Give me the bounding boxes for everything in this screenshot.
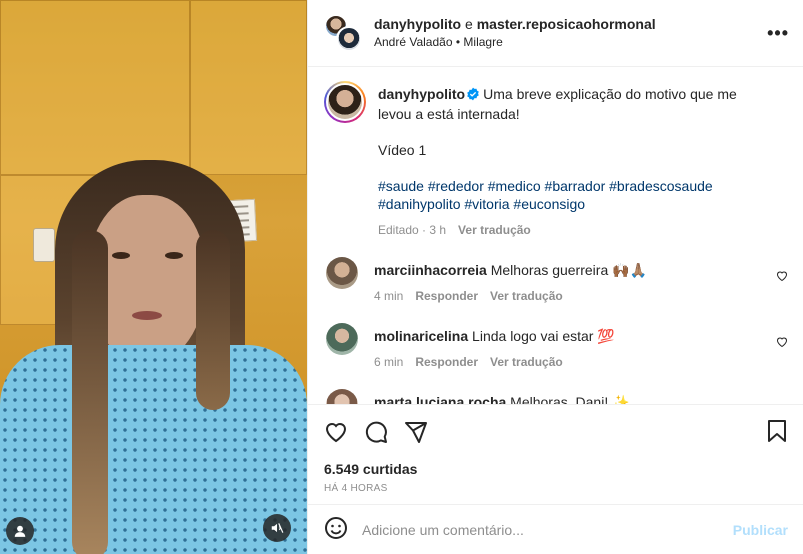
comment-username[interactable]: molinaricelina: [374, 328, 468, 344]
caption-text: levou a está internada!: [378, 106, 520, 122]
comment-time: 4 min: [374, 289, 404, 303]
more-icon: •••: [767, 23, 789, 43]
see-translation-link[interactable]: Ver tradução: [458, 223, 531, 237]
hospital-gown: [0, 345, 307, 554]
caption-avatar[interactable]: [324, 81, 366, 123]
person-eye: [112, 252, 130, 259]
caption-text: Uma breve explicação do motivo que me: [483, 86, 737, 102]
heart-icon: [776, 271, 788, 282]
comment-button[interactable]: [364, 420, 388, 444]
post-details-panel: danyhypolito e master.reposicaohormonal …: [307, 0, 803, 554]
verified-icon: [466, 87, 480, 105]
bookmark-icon: [768, 420, 786, 442]
comment-item: marta.luciana.rocha Melhoras, Dani! ✨: [324, 389, 788, 404]
emoji-icon: [325, 517, 347, 539]
share-button[interactable]: [404, 420, 428, 444]
person-eye: [165, 252, 183, 259]
comment-text: Melhoras guerreira 🙌🏾🙏🏽: [490, 262, 647, 278]
comment-meta: 6 min Responder Ver tradução: [374, 353, 615, 371]
comment-like-button[interactable]: [776, 269, 788, 285]
post-header: danyhypolito e master.reposicaohormonal …: [308, 0, 803, 67]
post-actions: 6.549 curtidas HÁ 4 HORAS: [308, 404, 803, 504]
audio-track[interactable]: Milagre: [463, 35, 502, 49]
caption-meta: Editado · 3 h Ver tradução: [378, 221, 737, 239]
comment-username[interactable]: marta.luciana.rocha: [374, 394, 506, 404]
avatar[interactable]: [326, 389, 358, 404]
person-hair-strand: [72, 230, 108, 554]
tagged-users-button[interactable]: [6, 517, 34, 545]
caption: danyhypolito Uma breve explicação do moti…: [324, 81, 788, 239]
likes-count[interactable]: 6.549 curtidas: [324, 461, 788, 477]
avatar: [336, 26, 362, 52]
post-video[interactable]: [0, 0, 307, 554]
comment-icon: [365, 421, 387, 443]
person-mouth: [132, 311, 162, 320]
comments-section[interactable]: danyhypolito Uma breve explicação do moti…: [308, 67, 803, 404]
caption-edited-time: Editado · 3 h: [378, 223, 447, 237]
comment-item: marciinhacorreia Melhoras guerreira 🙌🏾🙏🏽…: [324, 257, 788, 305]
mute-icon: [271, 523, 284, 533]
comment-time: 6 min: [374, 355, 404, 369]
header-text: danyhypolito e master.reposicaohormonal …: [374, 15, 656, 51]
publish-button[interactable]: Publicar: [733, 522, 788, 538]
avatar[interactable]: [326, 323, 358, 355]
audio-separator: •: [455, 35, 461, 49]
reply-link[interactable]: Responder: [415, 355, 478, 369]
collab-username[interactable]: master.reposicaohormonal: [477, 16, 656, 32]
author-username[interactable]: danyhypolito: [374, 16, 461, 32]
emoji-button[interactable]: [324, 516, 348, 543]
comment-like-button[interactable]: [776, 335, 788, 351]
like-button[interactable]: [324, 420, 348, 444]
comment-username[interactable]: marciinhacorreia: [374, 262, 487, 278]
see-translation-link[interactable]: Ver tradução: [490, 289, 563, 303]
audio-info: André Valadão • Milagre: [374, 33, 656, 51]
comment-text: Linda logo vai estar 💯: [472, 328, 615, 344]
caption-hashtags[interactable]: #danihypolito #vitoria #euconsigo: [378, 195, 737, 213]
user-icon: [14, 525, 26, 537]
comment-composer: Publicar: [308, 504, 803, 554]
comment-item: molinaricelina Linda logo vai estar 💯 6 …: [324, 323, 788, 371]
wall-panel: [190, 0, 307, 175]
caption-username[interactable]: danyhypolito: [378, 86, 465, 102]
person-hair-strand: [196, 230, 230, 410]
collab-avatars[interactable]: [324, 14, 362, 52]
post-authors: danyhypolito e master.reposicaohormonal: [374, 15, 656, 33]
wall-outlet: [33, 228, 55, 262]
heart-icon: [776, 337, 788, 348]
post-time: HÁ 4 HORAS: [324, 483, 388, 494]
heart-icon: [325, 423, 347, 443]
audio-artist[interactable]: André Valadão: [374, 35, 453, 49]
mute-button[interactable]: [263, 514, 291, 542]
more-options-button[interactable]: •••: [767, 24, 789, 42]
save-button[interactable]: [766, 419, 788, 446]
comment-input[interactable]: [362, 521, 733, 538]
wall-panel: [0, 0, 190, 175]
see-translation-link[interactable]: Ver tradução: [490, 355, 563, 369]
comment-meta: 4 min Responder Ver tradução: [374, 287, 647, 305]
comment-text: Melhoras, Dani! ✨: [510, 394, 630, 404]
avatar[interactable]: [326, 257, 358, 289]
share-icon: [405, 422, 427, 443]
reply-link[interactable]: Responder: [415, 289, 478, 303]
caption-text: Vídeo 1: [378, 142, 427, 158]
caption-hashtags[interactable]: #saude #rededor #medico #barrador #brade…: [378, 177, 737, 195]
author-conjunction: e: [465, 16, 473, 32]
